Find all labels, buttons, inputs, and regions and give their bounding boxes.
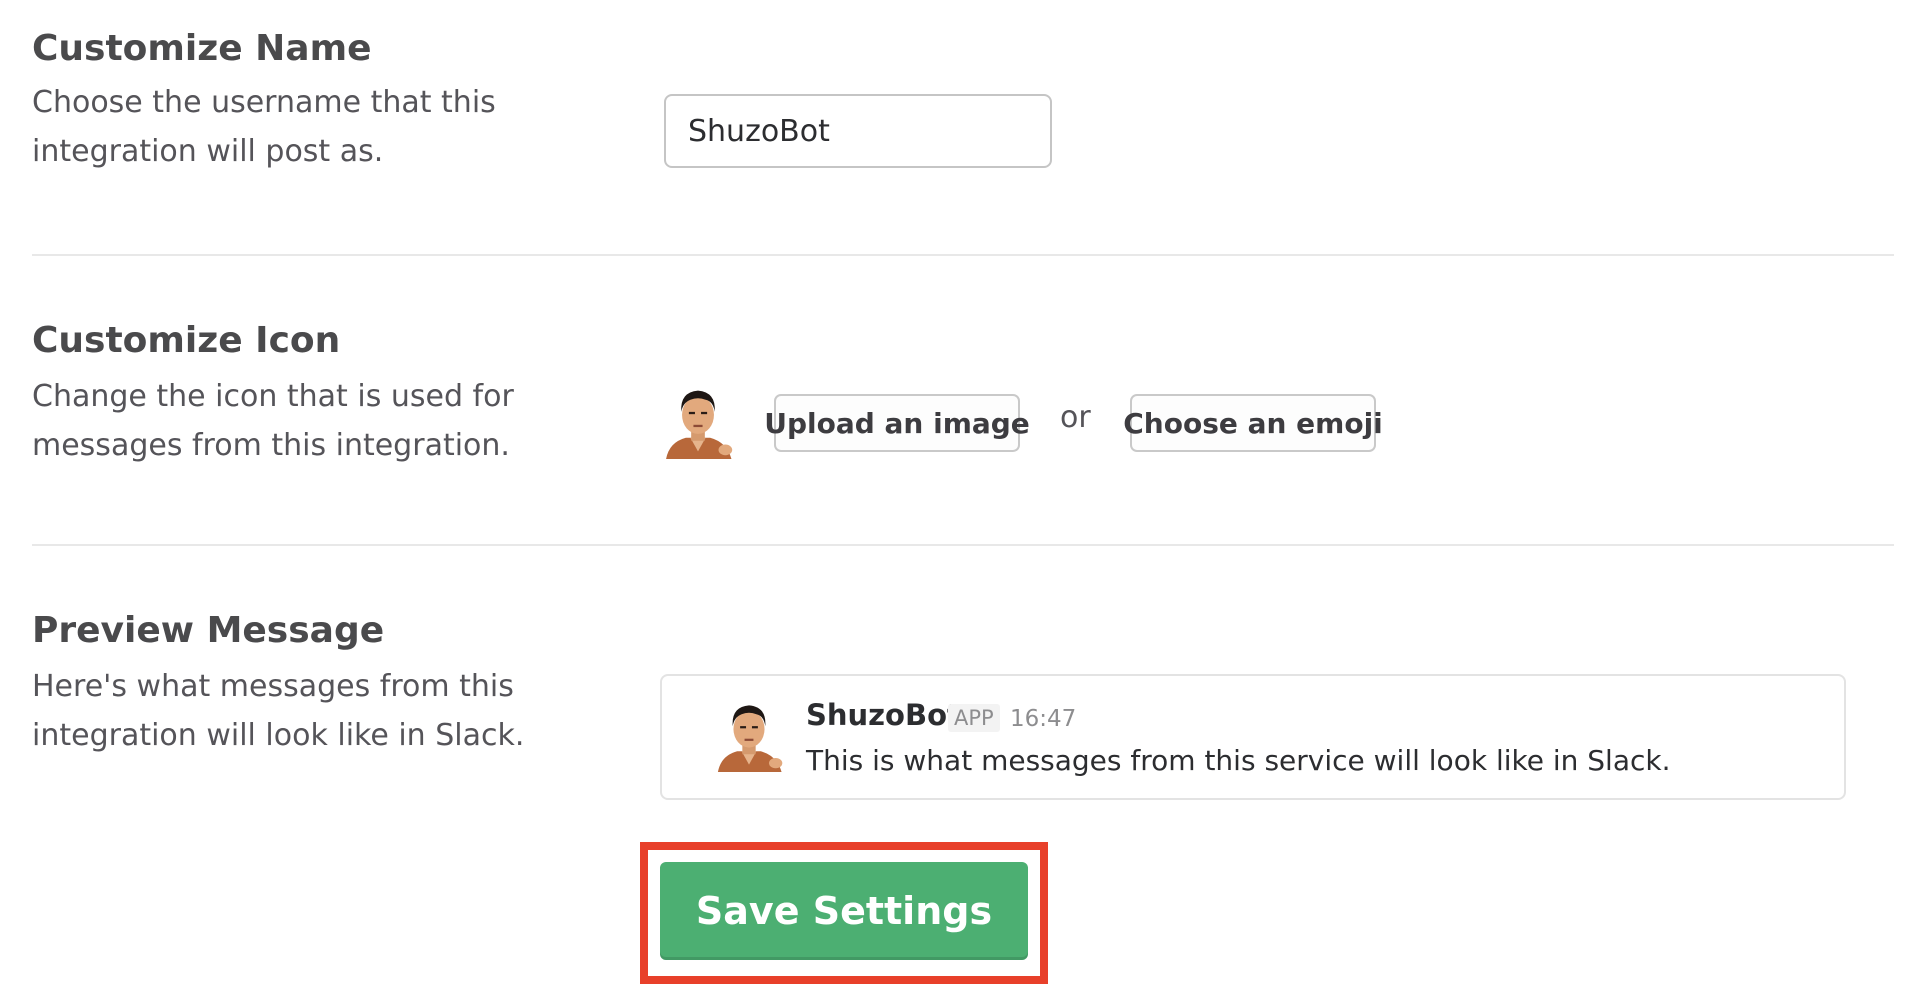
message-avatar — [712, 698, 786, 772]
message-text: This is what messages from this service … — [806, 744, 1671, 777]
or-separator: or — [1060, 400, 1091, 435]
username-input[interactable] — [664, 94, 1052, 168]
app-badge: APP — [948, 704, 1000, 732]
message-preview-box: ShuzoBot APP 16:47 This is what messages… — [660, 674, 1846, 800]
preview-message-description: Here's what messages from this integrati… — [32, 669, 525, 753]
customize-name-description: Choose the username that this integratio… — [32, 85, 496, 169]
save-settings-button[interactable]: Save Settings — [660, 862, 1028, 960]
section-divider — [32, 544, 1894, 546]
section-divider — [32, 254, 1894, 256]
preview-message-title: Preview Message — [32, 610, 385, 651]
customize-name-title: Customize Name — [32, 28, 372, 69]
choose-emoji-button[interactable]: Choose an emoji — [1123, 394, 1383, 452]
message-timestamp: 16:47 — [1010, 706, 1077, 732]
user-photo-icon — [660, 383, 736, 459]
customize-icon-description: Change the icon that is used for message… — [32, 379, 514, 463]
message-sender-name: ShuzoBot — [806, 698, 961, 732]
customize-icon-title: Customize Icon — [32, 320, 341, 361]
upload-image-button[interactable]: Upload an image — [764, 394, 1030, 452]
